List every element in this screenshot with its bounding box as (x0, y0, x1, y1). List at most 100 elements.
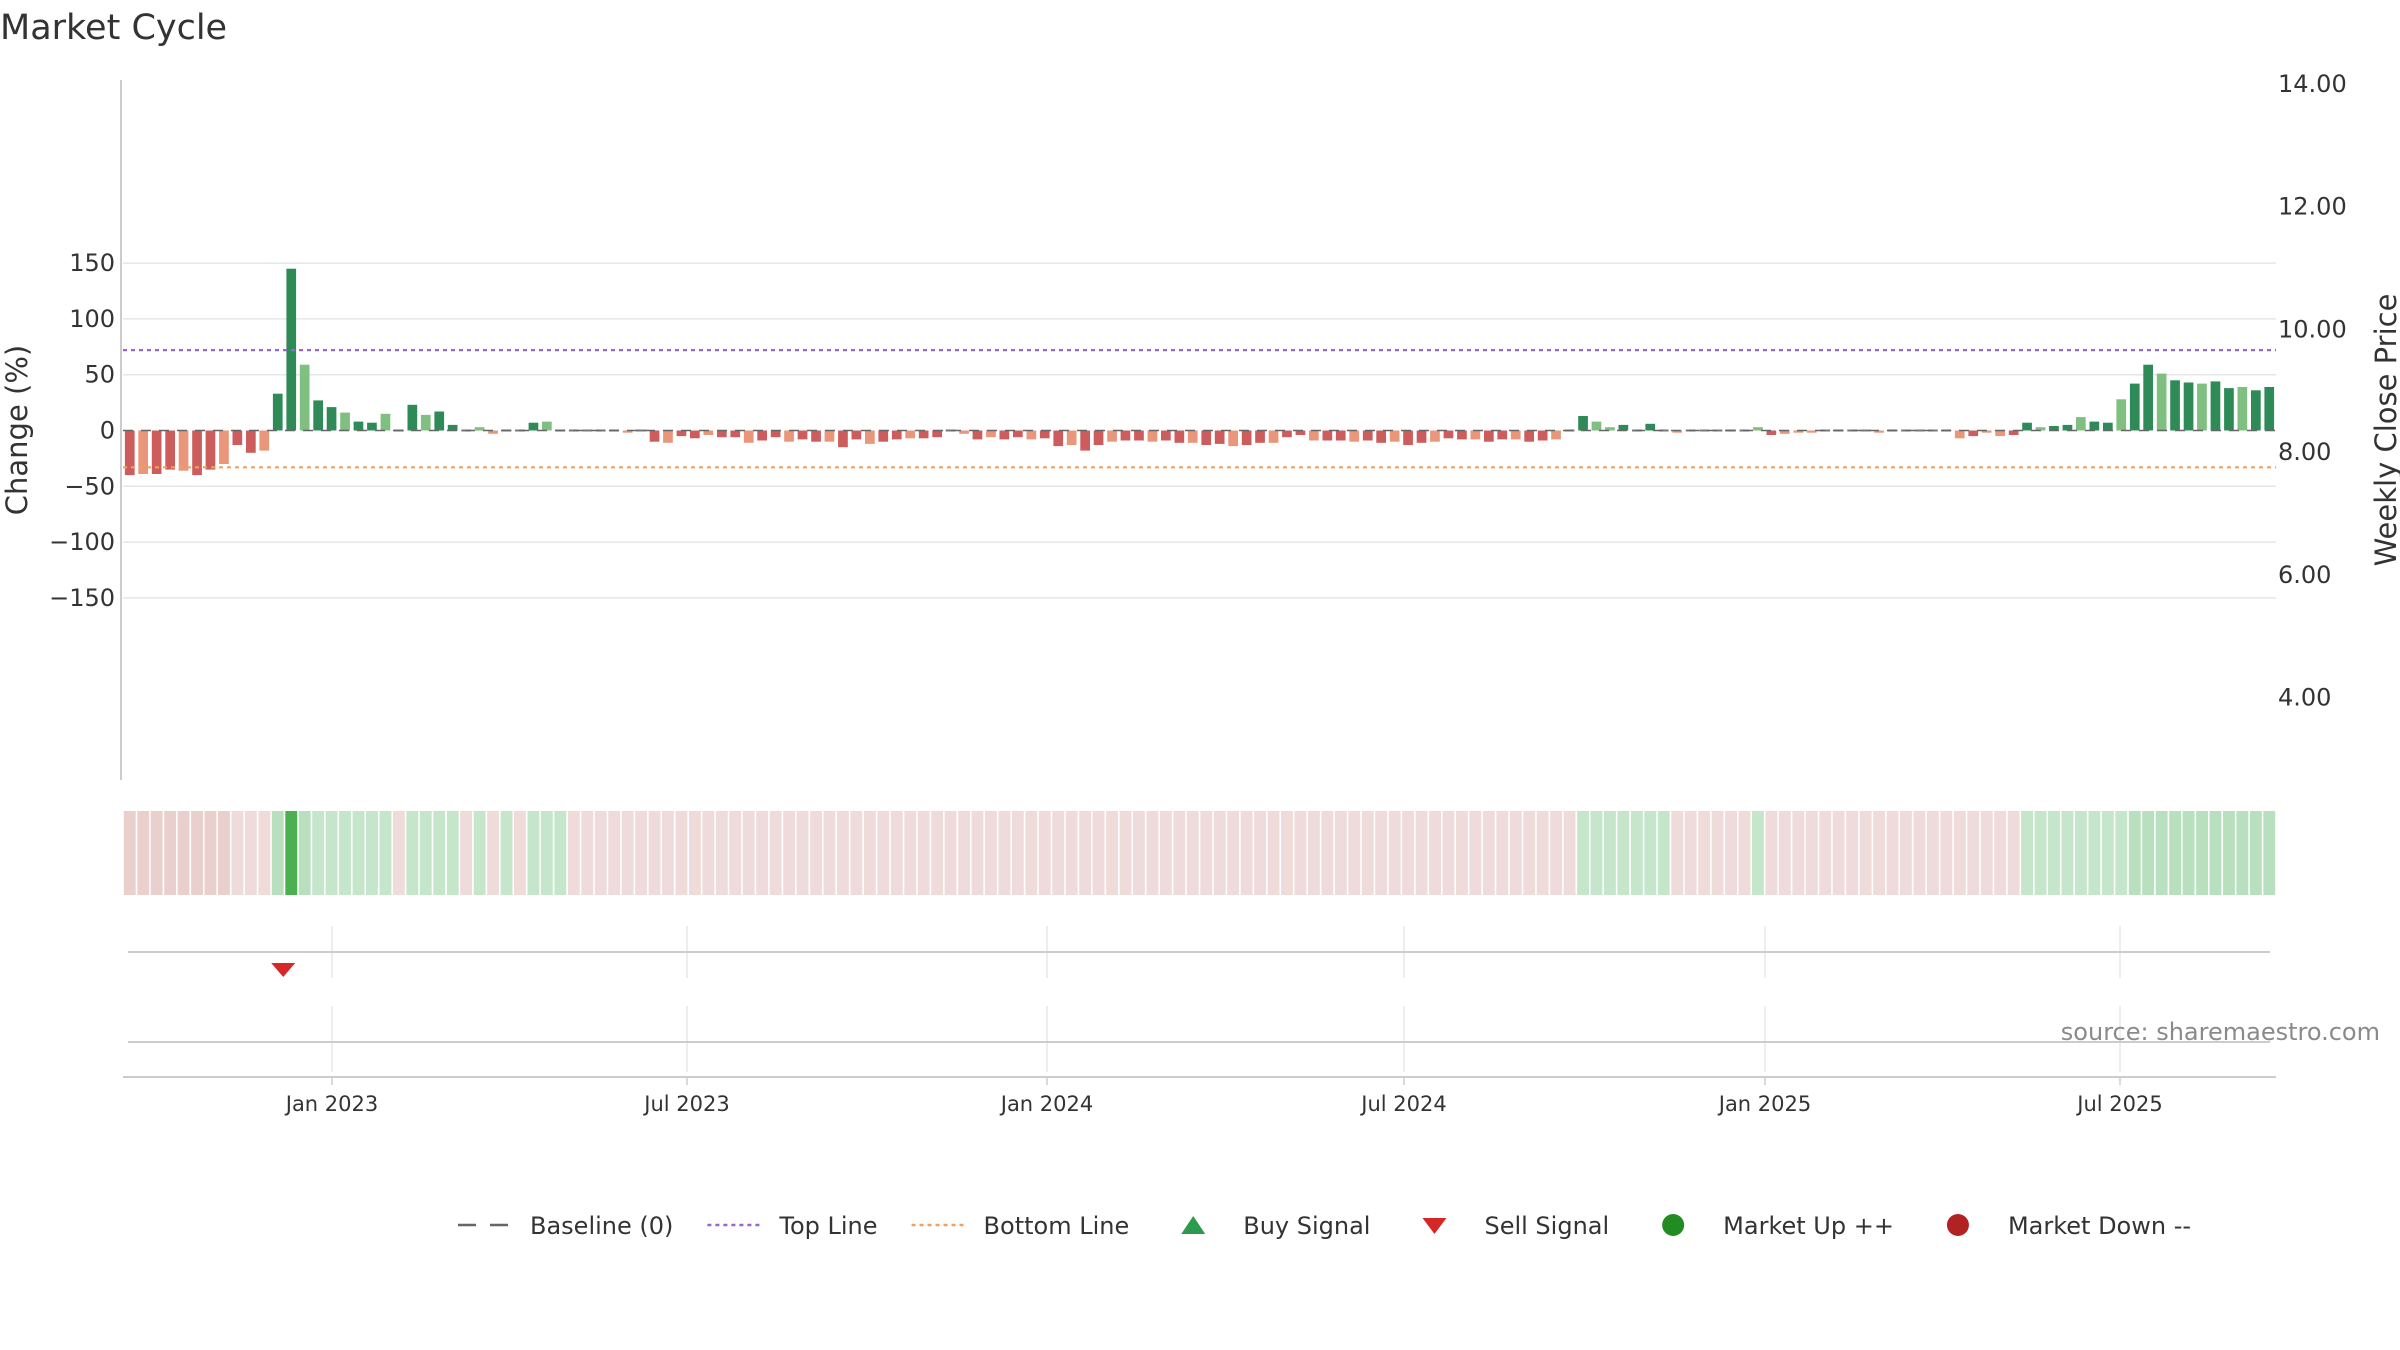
y2-axis-label: Weekly Close Price (2369, 294, 2400, 567)
change-bar (2129, 383, 2140, 431)
change-bar (1551, 430, 1561, 440)
trend-strip-cell (1133, 811, 1145, 895)
change-bar (1524, 430, 1534, 442)
trend-strip-cell (2169, 811, 2182, 895)
change-bar (1335, 430, 1346, 441)
trend-strip-cell (567, 811, 580, 895)
trend-strip-cell (823, 811, 836, 895)
trend-strip-cell (392, 811, 405, 895)
change-bar (2264, 387, 2275, 431)
change-bar (528, 422, 539, 431)
trend-strip-cell (1886, 811, 1899, 895)
trend-strip-cell (473, 811, 486, 895)
change-bar (1362, 430, 1373, 441)
trend-strip-cell (554, 811, 567, 895)
change-bar (1080, 430, 1090, 451)
change-bar (326, 407, 337, 431)
change-bar (1510, 430, 1521, 440)
change-bar (1349, 430, 1360, 442)
trend-strip-cell (1469, 811, 1482, 895)
trend-strip-cell (1227, 811, 1240, 895)
trend-strip-cell (1550, 811, 1563, 895)
change-bar (1147, 430, 1158, 442)
trend-strip-cell (1106, 811, 1118, 895)
y-tick-label: −50 (64, 472, 115, 500)
change-bar (878, 430, 889, 442)
trend-strip-cell (2101, 811, 2114, 895)
change-bar (1484, 430, 1494, 442)
trend-strip-cell (379, 811, 392, 895)
legend-item: Top Line (707, 1212, 878, 1240)
change-bar (690, 430, 700, 439)
change-bar (434, 411, 445, 431)
y2-tick-label: 6.00 (2278, 561, 2331, 589)
trend-strip-cell (648, 811, 661, 895)
change-bar (811, 430, 821, 442)
trend-strip-cell (1482, 811, 1495, 895)
change-bar (2156, 373, 2167, 431)
y2-tick-label: 4.00 (2278, 684, 2331, 712)
trend-strip-cell (675, 811, 688, 895)
chart-title: Market Cycle (0, 8, 227, 48)
change-bar (1914, 429, 1925, 432)
change-bar (1013, 430, 1023, 438)
trend-strip-cell (2075, 811, 2087, 895)
legend-label: Baseline (0) (530, 1212, 673, 1240)
change-bar (986, 430, 996, 438)
change-bar (1201, 430, 1212, 445)
y-tick-label: 50 (84, 361, 115, 389)
change-bar (178, 430, 189, 471)
legend-label: Top Line (778, 1212, 877, 1240)
change-bar (313, 400, 323, 431)
trend-strip-cell (1940, 811, 1953, 895)
change-bar (232, 430, 243, 445)
trend-strip-cell (1967, 811, 1980, 895)
trend-strip-cell (231, 811, 244, 895)
trend-strip-cell (985, 811, 997, 895)
trend-strip-cell (729, 811, 742, 895)
trend-strip-cell (783, 811, 796, 895)
trend-strip-cell (850, 811, 863, 895)
change-bar (1416, 430, 1427, 443)
change-bar (676, 430, 687, 437)
trend-strip-cell (1267, 811, 1280, 895)
trend-strip-cell (2021, 811, 2033, 895)
legend-item: Baseline (0) (458, 1212, 673, 1240)
trend-strip-cell (1308, 811, 1320, 895)
change-bar (246, 430, 256, 453)
trend-strip-cell (2088, 811, 2101, 895)
trend-strip-cell (2155, 811, 2168, 895)
change-bar (1120, 430, 1131, 441)
trend-strip-cell (1200, 811, 1213, 895)
trend-strip-cell (1254, 811, 1266, 895)
trend-strip-cell (1913, 811, 1926, 895)
trend-strip-cell (1281, 811, 1293, 895)
change-bar (259, 430, 270, 451)
change-bar (474, 427, 485, 431)
trend-strip-cell (204, 811, 217, 895)
change-bar (1376, 430, 1386, 443)
trend-strip-cell (1025, 811, 1038, 895)
change-bar (1255, 430, 1265, 443)
trend-strip-cell (1684, 811, 1697, 895)
trend-strip-cell (608, 811, 621, 895)
trend-strip-cell (123, 811, 136, 895)
trend-strip-cell (487, 811, 499, 895)
x-tick-label: Jul 2025 (2075, 1092, 2162, 1116)
trend-strip-cell (1052, 811, 1065, 895)
change-bar (2210, 381, 2221, 431)
trend-strip-cell (1079, 811, 1092, 895)
change-bar (1860, 429, 1871, 432)
trend-strip-cell (1577, 811, 1589, 895)
trend-strip-cell (1456, 811, 1468, 895)
trend-strip-cell (1846, 811, 1859, 895)
trend-strip-cell (796, 811, 809, 895)
change-bar (2143, 364, 2153, 431)
y-tick-label: 0 (100, 417, 115, 445)
trend-strip-cell (1994, 811, 2007, 895)
change-bar (1107, 430, 1117, 442)
trend-strip-cell (1765, 811, 1778, 895)
y-tick-label: −150 (49, 584, 115, 612)
legend-item: Market Up ++ (1662, 1212, 1894, 1240)
trend-strip-cell (150, 811, 163, 895)
